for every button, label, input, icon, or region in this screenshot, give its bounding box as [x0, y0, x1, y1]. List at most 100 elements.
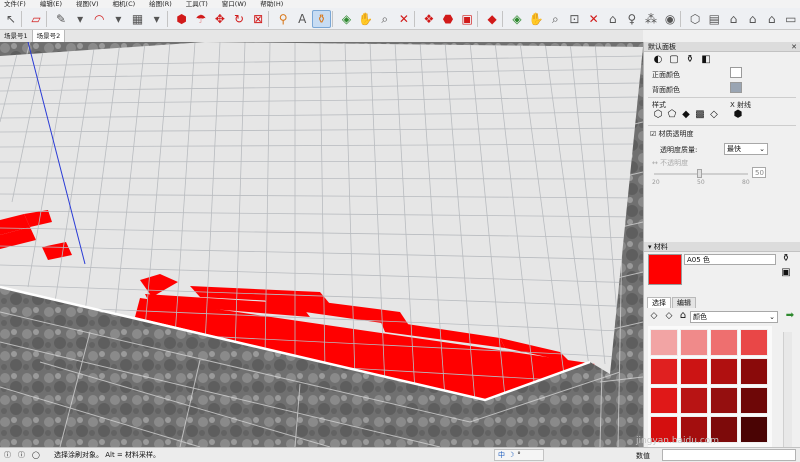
- material-swatch[interactable]: [710, 329, 738, 356]
- library-value: 颜色: [693, 313, 707, 321]
- transparency-checkbox[interactable]: ☑ 材质透明度: [650, 129, 694, 139]
- previous-view-icon[interactable]: ⌂: [604, 10, 622, 28]
- scene-tab-2[interactable]: 场景号2: [32, 30, 66, 42]
- ime-indicator[interactable]: 中 ☽ °: [494, 449, 544, 461]
- menu-item[interactable]: 窗口(W): [222, 0, 247, 8]
- dropdown-icon[interactable]: ▾: [148, 10, 166, 28]
- value-input[interactable]: [662, 449, 796, 461]
- scene-tab-1[interactable]: 场景号1: [0, 30, 33, 42]
- ruby-icon[interactable]: ◆: [483, 10, 501, 28]
- menu-item[interactable]: 相机(C): [113, 0, 136, 8]
- quality-select[interactable]: 最快 ⌄: [724, 143, 768, 155]
- warehouse-icon[interactable]: ❖: [420, 10, 438, 28]
- forward-arrow-icon[interactable]: ◇: [663, 310, 675, 322]
- menu-item[interactable]: 工具(T): [186, 0, 208, 8]
- xray-icon[interactable]: ⬢: [732, 109, 744, 121]
- swatch-scrollbar[interactable]: [783, 332, 792, 447]
- shaded-style-icon[interactable]: ◆: [680, 109, 692, 121]
- material-swatch[interactable]: [740, 358, 768, 385]
- look-around-icon[interactable]: ◉: [661, 10, 679, 28]
- tab-select[interactable]: 选择: [647, 297, 671, 308]
- shadow-icon[interactable]: ◧: [700, 54, 712, 66]
- add-material-icon[interactable]: ➡: [784, 310, 796, 322]
- paint-bucket-icon[interactable]: ⚱: [312, 9, 331, 28]
- back-color-swatch[interactable]: [730, 82, 742, 93]
- wireframe-style-icon[interactable]: ⬡: [652, 109, 664, 121]
- zoom-window-icon[interactable]: ⊡: [565, 10, 583, 28]
- components-icon[interactable]: ⬣: [439, 10, 457, 28]
- zoom-extents-icon-2[interactable]: ✕: [585, 10, 603, 28]
- material-swatch[interactable]: [680, 358, 708, 385]
- material-swatch[interactable]: [680, 329, 708, 356]
- create-material-icon[interactable]: ▣: [780, 267, 792, 279]
- user-icon[interactable]: ◯: [32, 448, 40, 462]
- back-view-icon[interactable]: ⌂: [763, 10, 781, 28]
- zoom-icon[interactable]: ⌕: [376, 10, 394, 28]
- monochrome-style-icon[interactable]: ◇: [708, 109, 720, 121]
- front-color-swatch[interactable]: [730, 67, 742, 78]
- follow-me-icon[interactable]: ☂: [192, 10, 210, 28]
- orbit-icon[interactable]: ◈: [337, 10, 355, 28]
- library-select[interactable]: 颜色 ⌄: [690, 311, 778, 323]
- close-icon[interactable]: ✕: [791, 42, 797, 52]
- tape-measure-icon[interactable]: ⚲: [274, 10, 292, 28]
- material-swatch[interactable]: [710, 387, 738, 414]
- material-swatch[interactable]: [650, 329, 678, 356]
- menu-item[interactable]: 视图(V): [76, 0, 99, 8]
- opacity-slider-handle[interactable]: [697, 169, 702, 178]
- help-icon[interactable]: ⓘ: [18, 448, 25, 462]
- dropdown-icon[interactable]: ▾: [71, 10, 89, 28]
- rotate-icon[interactable]: ↻: [230, 10, 248, 28]
- material-swatch[interactable]: [650, 358, 678, 385]
- position-camera-icon[interactable]: ♀: [623, 10, 641, 28]
- hidden-line-style-icon[interactable]: ⬠: [666, 109, 678, 121]
- back-arrow-icon[interactable]: ◇: [648, 310, 660, 322]
- left-view-icon[interactable]: ▭: [782, 10, 800, 28]
- faces-icon[interactable]: ▢: [668, 54, 680, 66]
- pan-icon-2[interactable]: ✋: [527, 10, 545, 28]
- rectangle-icon[interactable]: ▦: [128, 10, 146, 28]
- select-icon[interactable]: ↖: [2, 10, 20, 28]
- material-swatch[interactable]: [740, 329, 768, 356]
- zoom-extents-icon[interactable]: ✕: [395, 10, 413, 28]
- material-swatch[interactable]: [740, 387, 768, 414]
- scale-icon[interactable]: ⊠: [249, 10, 267, 28]
- menu-item[interactable]: 帮助(H): [260, 0, 283, 8]
- paint-tool-icon[interactable]: ⚱: [780, 253, 792, 265]
- info-icon[interactable]: ⓘ: [4, 448, 11, 462]
- paint-icon[interactable]: ⚱: [684, 54, 696, 66]
- eraser-icon[interactable]: ▱: [27, 10, 45, 28]
- toolbar-separator: [413, 10, 419, 27]
- text-icon[interactable]: A: [293, 10, 311, 28]
- zoom-icon-2[interactable]: ⌕: [546, 10, 564, 28]
- extension-icon[interactable]: ▣: [458, 10, 476, 28]
- opacity-label: ↔ 不透明度: [652, 159, 689, 167]
- iso-view-icon[interactable]: ⬡: [686, 10, 704, 28]
- push-pull-icon[interactable]: ⬢: [173, 10, 191, 28]
- opacity-value[interactable]: 50: [752, 167, 766, 178]
- 3d-viewport[interactable]: [0, 42, 643, 447]
- walk-icon[interactable]: ⁂: [642, 10, 660, 28]
- move-icon[interactable]: ✥: [211, 10, 229, 28]
- menu-item[interactable]: 文件(F): [4, 0, 26, 8]
- materials-header[interactable]: ▾ 材料: [644, 242, 800, 252]
- pan-icon[interactable]: ✋: [357, 10, 375, 28]
- menu-item[interactable]: 绘图(R): [149, 0, 172, 8]
- home-icon[interactable]: ⌂: [677, 310, 689, 322]
- material-swatch[interactable]: [710, 358, 738, 385]
- top-view-icon[interactable]: ▤: [705, 10, 723, 28]
- material-swatch[interactable]: [740, 416, 768, 443]
- pencil-icon[interactable]: ✎: [52, 10, 70, 28]
- arc-icon[interactable]: ◠: [90, 10, 108, 28]
- dropdown-icon[interactable]: ▾: [109, 10, 127, 28]
- material-swatch[interactable]: [650, 387, 678, 414]
- menu-item[interactable]: 编辑(E): [40, 0, 62, 8]
- right-view-icon[interactable]: ⌂: [743, 10, 761, 28]
- textured-style-icon[interactable]: ▩: [694, 109, 706, 121]
- orbit-icon-2[interactable]: ◈: [508, 10, 526, 28]
- material-name-field[interactable]: A05 色: [684, 254, 776, 265]
- material-swatch[interactable]: [680, 387, 708, 414]
- front-view-icon[interactable]: ⌂: [724, 10, 742, 28]
- tab-edit[interactable]: 编辑: [672, 297, 696, 308]
- styles-icon[interactable]: ◐: [652, 54, 664, 66]
